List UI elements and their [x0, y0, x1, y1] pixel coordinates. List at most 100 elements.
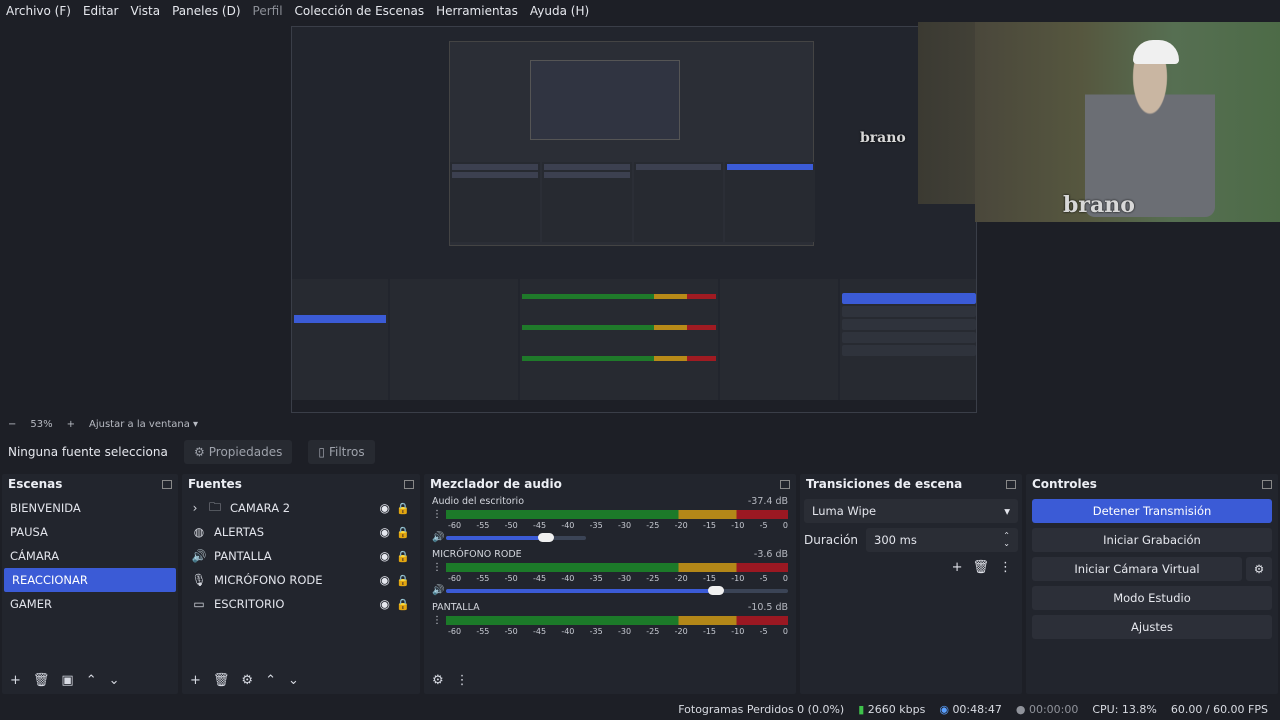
zoom-bar: − 53% + Ajustar a la ventana ▾	[0, 415, 1280, 433]
duration-input[interactable]: 300 ms ⌃ ⌄	[866, 528, 1018, 552]
kebab-menu-icon[interactable]: ⋮	[456, 673, 469, 688]
volume-meter	[446, 616, 788, 625]
channel-name: Audio del escritorio	[432, 496, 525, 507]
trash-icon[interactable]: 🗑	[33, 673, 50, 688]
channel-db: -37.4 dB	[747, 496, 788, 507]
menu-editar[interactable]: Editar	[83, 4, 119, 18]
menu-paneles[interactable]: Paneles (D)	[172, 4, 240, 18]
kebab-menu-icon[interactable]: ⋮	[999, 560, 1012, 575]
source-label: PANTALLA	[214, 549, 272, 563]
cpu-usage: CPU: 13.8%	[1092, 702, 1157, 716]
advanced-audio-icon[interactable]: ⚙	[432, 673, 444, 688]
eye-icon[interactable]: ◉	[380, 597, 390, 611]
source-item-escritorio[interactable]: ▭ ESCRITORIO ◉ 🔒	[182, 592, 420, 616]
undock-icon[interactable]	[1006, 479, 1016, 489]
duration-value: 300 ms	[874, 533, 917, 547]
scene-item-reaccionar[interactable]: REACCIONAR	[4, 568, 176, 592]
stepper-icon[interactable]: ⌃ ⌄	[1003, 532, 1010, 548]
undock-icon[interactable]	[1262, 479, 1272, 489]
move-down-icon[interactable]: ⌄	[109, 673, 120, 688]
scene-item-bienvenida[interactable]: BIENVENIDA	[2, 496, 178, 520]
volume-slider[interactable]	[446, 532, 586, 542]
lock-icon[interactable]: 🔒	[396, 502, 410, 515]
meter-ticks: -60 -55 -50 -45 -40 -35 -30 -25 -20 -15 -10 -5 0	[448, 574, 788, 583]
bitrate-display: ▮ 2660 kbps	[858, 703, 925, 716]
add-transition-icon[interactable]: +	[952, 560, 963, 575]
menu-vista[interactable]: Vista	[130, 4, 160, 18]
transitions-title: Transiciones de escena	[806, 477, 963, 491]
source-item-camara2[interactable]: › 🗀 CAMARA 2 ◉ 🔒	[182, 496, 420, 520]
folder-icon: 🗀	[208, 499, 221, 514]
controls-header: Controles	[1026, 474, 1278, 494]
undock-icon[interactable]	[780, 479, 790, 489]
lock-icon[interactable]: 🔒	[396, 550, 410, 563]
trash-icon[interactable]: 🗑	[213, 673, 230, 688]
rec-time-display: ● 00:00:00	[1016, 703, 1079, 716]
start-virtual-camera-button[interactable]: Iniciar Cámara Virtual	[1032, 557, 1242, 581]
status-bar: Fotogramas Perdidos 0 (0.0%) ▮ 2660 kbps…	[0, 698, 1280, 720]
move-up-icon[interactable]: ⌃	[86, 673, 97, 688]
sources-footer: + 🗑 ⚙ ⌃ ⌄	[182, 666, 420, 694]
kebab-menu-icon[interactable]: ⋮	[432, 562, 442, 573]
nested-status	[292, 400, 976, 412]
start-recording-button[interactable]: Iniciar Grabación	[1032, 528, 1272, 552]
eye-icon[interactable]: ◉	[380, 501, 390, 515]
sources-header: Fuentes	[182, 474, 420, 494]
menu-perfil[interactable]: Perfil	[253, 4, 283, 18]
slider-knob[interactable]	[538, 532, 554, 542]
zoom-fit-label: Ajustar a la ventana	[89, 418, 190, 430]
zoom-in-button[interactable]: +	[67, 419, 75, 430]
scene-item-camara[interactable]: CÁMARA	[2, 544, 178, 568]
zoom-out-button[interactable]: −	[8, 419, 16, 430]
filters-button[interactable]: ▯ Filtros	[308, 440, 375, 464]
speaker-icon[interactable]: 🔊	[432, 585, 444, 596]
undock-icon[interactable]	[404, 479, 414, 489]
menu-herramientas[interactable]: Herramientas	[436, 4, 518, 18]
gear-icon: ⚙	[1253, 562, 1265, 576]
meter-ticks: -60 -55 -50 -45 -40 -35 -30 -25 -20 -15 -10 -5 0	[448, 521, 788, 530]
settings-button[interactable]: Ajustes	[1032, 615, 1272, 639]
zoom-fit-select[interactable]: Ajustar a la ventana ▾	[89, 419, 198, 430]
sources-dock: Fuentes › 🗀 CAMARA 2 ◉ 🔒 ◍ ALERTAS ◉ 🔒 🔊…	[182, 474, 420, 694]
source-item-microfono[interactable]: 🎙 MICRÓFONO RODE ◉ 🔒	[182, 568, 420, 592]
eye-icon[interactable]: ◉	[380, 573, 390, 587]
menu-coleccion-escenas[interactable]: Colección de Escenas	[295, 4, 425, 18]
gear-icon[interactable]: ⚙	[241, 673, 253, 688]
chevron-down-icon: ▾	[193, 418, 199, 430]
lock-icon[interactable]: 🔒	[396, 574, 410, 587]
scene-item-pausa[interactable]: PAUSA	[2, 520, 178, 544]
volume-slider[interactable]	[446, 585, 788, 595]
source-item-pantalla[interactable]: 🔊 PANTALLA ◉ 🔒	[182, 544, 420, 568]
source-item-alertas[interactable]: ◍ ALERTAS ◉ 🔒	[182, 520, 420, 544]
transition-select[interactable]: Luma Wipe ▾	[804, 499, 1018, 523]
menu-archivo[interactable]: Archivo (F)	[6, 4, 71, 18]
menu-ayuda[interactable]: Ayuda (H)	[530, 4, 589, 18]
undock-icon[interactable]	[162, 479, 172, 489]
mixer-channel: Audio del escritorio -37.4 dB ⋮ -60 -55 -50…	[432, 496, 788, 543]
trash-icon[interactable]: 🗑	[972, 560, 989, 575]
filter-icon[interactable]: ▣	[61, 673, 73, 688]
scene-item-gamer[interactable]: GAMER	[2, 592, 178, 616]
slider-knob[interactable]	[708, 585, 724, 595]
kebab-menu-icon[interactable]: ⋮	[432, 509, 442, 520]
virtual-camera-settings-button[interactable]: ⚙	[1246, 557, 1272, 581]
studio-mode-button[interactable]: Modo Estudio	[1032, 586, 1272, 610]
speaker-icon: 🔊	[191, 549, 207, 563]
stop-stream-button[interactable]: Detener Transmisión	[1032, 499, 1272, 523]
kebab-menu-icon[interactable]: ⋮	[432, 615, 442, 626]
eye-icon[interactable]: ◉	[380, 525, 390, 539]
lock-icon[interactable]: 🔒	[396, 598, 410, 611]
add-scene-icon[interactable]: +	[10, 673, 21, 688]
expand-arrow-icon[interactable]: ›	[190, 501, 200, 515]
move-up-icon[interactable]: ⌃	[265, 673, 276, 688]
scenes-title: Escenas	[8, 477, 63, 491]
transitions-header: Transiciones de escena	[800, 474, 1022, 494]
add-source-icon[interactable]: +	[190, 673, 201, 688]
lock-icon[interactable]: 🔒	[396, 526, 410, 539]
eye-icon[interactable]: ◉	[380, 549, 390, 563]
properties-button[interactable]: ⚙ Propiedades	[184, 440, 293, 464]
speaker-icon[interactable]: 🔊	[432, 532, 444, 543]
rec-time: 00:00:00	[1028, 702, 1079, 716]
move-down-icon[interactable]: ⌄	[288, 673, 299, 688]
volume-meter	[446, 510, 788, 519]
